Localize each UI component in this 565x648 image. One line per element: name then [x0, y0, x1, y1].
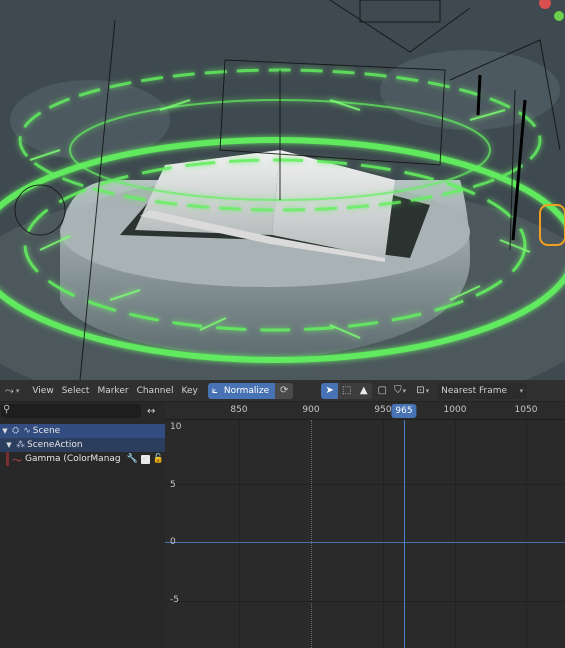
- current-frame-indicator[interactable]: 965: [391, 404, 417, 418]
- zero-value-line: [165, 542, 565, 543]
- channel-action-label: SceneAction: [27, 440, 83, 450]
- warning-icon[interactable]: ▲: [355, 382, 373, 399]
- curve-color-strip: [6, 452, 9, 466]
- visibility-checkbox[interactable]: ✓: [140, 454, 150, 464]
- header-menus: View Select Marker Channel Key: [28, 383, 202, 399]
- fcurve-icon: 〜: [12, 455, 22, 467]
- grid-line: [455, 420, 456, 648]
- chevron-down-icon: ▾: [15, 386, 20, 395]
- modifier-wrench-icon[interactable]: 🔧: [127, 454, 138, 464]
- pivot-icon: ⊡: [416, 385, 425, 396]
- channel-fcurve-gamma[interactable]: 〜 Gamma (ColorManag 🔧 ✓ 🔓: [0, 452, 165, 467]
- menu-marker[interactable]: Marker: [93, 383, 132, 399]
- normalize-curve-icon: ⟀: [211, 384, 218, 396]
- channel-search-input[interactable]: ⚲: [1, 404, 141, 418]
- tick-label: 1050: [514, 405, 538, 415]
- channel-toggles: 🔧 ✓ 🔓: [124, 454, 164, 464]
- ghost-curves-icon[interactable]: ▢: [374, 383, 390, 399]
- tick-label: 850: [230, 405, 248, 415]
- tick-label: 900: [302, 405, 320, 415]
- editor-type-dropdown[interactable]: ⤳ ▾: [2, 383, 22, 399]
- only-selected-icon[interactable]: ➤: [321, 382, 339, 399]
- grid-line: [383, 420, 384, 648]
- refresh-icon[interactable]: ⟳: [275, 382, 294, 399]
- viewport-render: [0, 0, 565, 380]
- select-box-icon[interactable]: ⬚: [338, 382, 356, 399]
- channel-visibility-tools: ➤ ⬚ ▲ ▢: [321, 382, 390, 399]
- filter-icon: ⛉: [394, 385, 402, 396]
- fcurve-icon: ∿: [23, 426, 31, 436]
- menu-view[interactable]: View: [28, 383, 57, 399]
- channel-region: ⚲ ↔ ▼ ⛭ ∿ Scene ▼ ⁂ SceneAction 〜 Gamma …: [0, 402, 165, 648]
- search-icon: ⚲: [3, 404, 11, 415]
- chevron-down-icon: ▾: [402, 386, 407, 395]
- channel-search-row: ⚲ ↔: [0, 403, 165, 419]
- normalize-label: Normalize: [223, 385, 270, 396]
- graph-editor-header: ⤳ ▾ View Select Marker Channel Key ⟀ Nor…: [0, 380, 565, 402]
- menu-channel[interactable]: Channel: [133, 383, 178, 399]
- frame-ruler[interactable]: 850 900 950 1000 1050 965: [165, 402, 565, 420]
- action-icon: ⁂: [16, 440, 25, 450]
- chevron-down-icon: ▾: [519, 386, 524, 395]
- y-axis-label: 10: [170, 422, 182, 432]
- tick-label: 1000: [443, 405, 467, 415]
- grid-line: [239, 420, 240, 648]
- filter-dropdown[interactable]: ⛉ ▾: [394, 385, 406, 396]
- graph-editor-icon: ⤳: [5, 383, 14, 397]
- channel-action[interactable]: ▼ ⁂ SceneAction: [0, 438, 165, 452]
- menu-key[interactable]: Key: [178, 383, 202, 399]
- y-axis-label: 5: [170, 480, 176, 490]
- channel-curve-label: Gamma (ColorManag: [25, 454, 121, 464]
- grid-line: [165, 484, 565, 485]
- channel-scene-label: Scene: [32, 426, 61, 436]
- snap-mode-label: Nearest Frame: [441, 385, 508, 396]
- pivot-point-dropdown[interactable]: ⊡ ▾: [416, 385, 429, 396]
- swap-arrows-icon[interactable]: ↔: [147, 406, 155, 417]
- chevron-down-icon: ▾: [425, 386, 430, 395]
- y-axis-label: 0: [170, 537, 176, 547]
- menu-select[interactable]: Select: [58, 383, 94, 399]
- snap-mode-dropdown[interactable]: Nearest Frame ▾: [437, 382, 528, 399]
- y-axis-label: -5: [170, 595, 179, 605]
- channel-scene[interactable]: ▼ ⛭ ∿ Scene: [0, 424, 165, 438]
- scene-icon: ⛭: [12, 426, 20, 436]
- playhead-line[interactable]: [404, 420, 405, 648]
- normalize-toggle[interactable]: ⟀ Normalize: [207, 382, 276, 399]
- expand-triangle-icon[interactable]: ▼: [4, 441, 14, 449]
- grid-line: [165, 601, 565, 602]
- preview-range-line: [311, 420, 312, 648]
- lock-icon[interactable]: 🔓: [153, 454, 164, 464]
- tick-label: 950: [374, 405, 392, 415]
- graph-area[interactable]: 10 5 0 -5: [165, 420, 565, 648]
- 3d-viewport[interactable]: [0, 0, 565, 380]
- grid-line: [526, 420, 527, 648]
- expand-triangle-icon[interactable]: ▼: [0, 427, 10, 435]
